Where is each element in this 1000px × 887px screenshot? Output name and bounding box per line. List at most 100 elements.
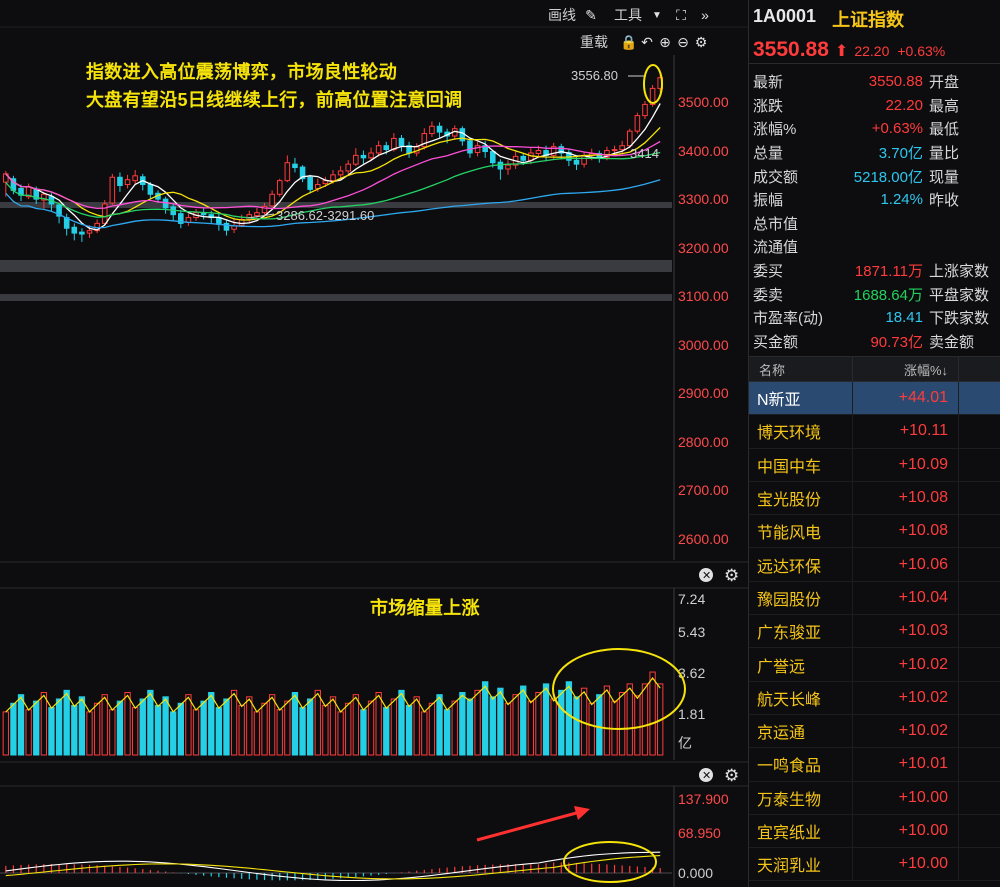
macd-tick: 137.900 — [678, 791, 729, 807]
stat-label-secondary: 平盘家数 — [929, 286, 990, 304]
stat-label: 委卖 — [753, 286, 784, 304]
stock-name: 节能风电 — [749, 515, 853, 548]
chart-toolbar-secondary: 重载 🔒 ↶ ⊕ ⊖ ⚙ — [580, 32, 710, 52]
gear-icon[interactable]: ⚙ — [692, 34, 710, 51]
volume-bar — [603, 685, 611, 756]
volume-tick: 5.43 — [678, 624, 705, 640]
price-tick: 3200.00 — [678, 240, 729, 256]
volume-bar — [375, 692, 382, 756]
column-header-name[interactable]: 名称 — [749, 357, 853, 381]
stock-row[interactable]: 博天环境 +10.11 — [749, 415, 1000, 449]
stat-value: 18.41 — [885, 309, 923, 327]
volume-bar — [542, 683, 550, 756]
kline-chart[interactable]: 3500.00 3400.00 3300.00 3200.00 3100.00 … — [0, 0, 748, 887]
undo-icon[interactable]: ↶ — [638, 34, 656, 51]
stat-label-secondary: 开盘 — [929, 74, 960, 92]
volume-bar — [649, 671, 656, 756]
candle — [94, 219, 100, 234]
candle-body — [101, 203, 108, 224]
last-price: 3550.88 — [753, 38, 829, 61]
volume-bar — [109, 709, 116, 756]
volume-bar — [253, 711, 261, 756]
zoom-out-icon[interactable]: ⊖ — [674, 34, 692, 51]
pencil-icon[interactable]: ✎ — [582, 7, 600, 24]
stock-row[interactable]: 京运通 +10.02 — [749, 714, 1000, 749]
gear-icon[interactable]: ⚙ — [724, 566, 739, 586]
column-header-pct[interactable]: 涨幅%↓ — [853, 357, 959, 381]
fullscreen-icon[interactable]: ⛶ — [672, 7, 690, 24]
volume-bar — [139, 698, 146, 756]
stock-name: 航天长峰 — [749, 681, 853, 714]
annotation-line-2: 大盘有望沿5日线继续上行，前高位置注意回调 — [86, 90, 463, 110]
candle-body — [619, 145, 625, 151]
volume-bar — [261, 702, 268, 756]
volume-bar — [322, 704, 329, 756]
draw-button[interactable]: 画线 — [548, 5, 576, 25]
stat-value: 3550.88 — [868, 73, 923, 91]
candle-body — [307, 176, 313, 190]
candle — [353, 148, 359, 167]
volume-bar — [291, 692, 299, 756]
stat-value: 1.24% — [880, 191, 923, 209]
stat-label-secondary: 现量 — [929, 168, 960, 186]
volume-bar — [466, 698, 474, 756]
stat-row: 成交额 5218.00亿 现量 — [749, 164, 1000, 188]
stat-label: 涨幅% — [753, 121, 797, 139]
tools-button[interactable]: 工具 — [614, 5, 642, 25]
stock-row[interactable]: 中国中车 +10.09 — [749, 448, 1000, 482]
candle-body — [520, 155, 527, 161]
volume-bar — [223, 698, 230, 756]
volume-bar — [238, 704, 245, 756]
stock-row[interactable]: 豫园股份 +10.04 — [749, 581, 1000, 616]
stat-row: 振幅 1.24% 昨收 — [749, 188, 1000, 212]
candle-body — [626, 130, 633, 147]
volume-bar — [352, 694, 359, 756]
stock-row[interactable]: N新亚 +44.01 — [749, 382, 1000, 416]
volume-bar — [93, 702, 101, 756]
volume-bar — [565, 681, 573, 756]
candle — [436, 122, 443, 139]
stock-row[interactable]: 万泰生物 +10.00 — [749, 781, 1000, 815]
zoom-in-icon[interactable]: ⊕ — [656, 34, 674, 51]
volume-bar — [367, 700, 375, 756]
volume-bar — [512, 694, 519, 756]
candle — [109, 173, 116, 205]
volume-bar — [527, 700, 535, 756]
stock-row[interactable]: 宜宾纸业 +10.00 — [749, 814, 1000, 849]
candle-body — [360, 154, 367, 159]
candle-body — [86, 230, 93, 234]
stock-row[interactable]: 航天长峰 +10.02 — [749, 681, 1000, 715]
volume-bar — [40, 692, 48, 756]
volume-bar — [10, 702, 17, 756]
stock-row[interactable]: 天润乳业 +10.00 — [749, 848, 1000, 882]
level-mark-label: 3414 — [630, 146, 659, 161]
volume-bar — [154, 704, 162, 756]
stock-change-pct: +10.02 — [853, 648, 959, 681]
stock-row[interactable]: 节能风电 +10.08 — [749, 515, 1000, 549]
candle-body — [132, 175, 138, 182]
stock-row[interactable]: 广东骏亚 +10.03 — [749, 615, 1000, 649]
stock-change-pct: +10.09 — [853, 448, 959, 481]
stock-row[interactable]: 远达环保 +10.06 — [749, 548, 1000, 582]
stock-change-pct: +44.01 — [853, 382, 959, 415]
candle-body — [124, 179, 131, 186]
expand-right-icon[interactable]: » — [696, 7, 714, 23]
candle — [307, 174, 313, 194]
volume-bar — [588, 702, 595, 756]
volume-bar — [634, 695, 641, 756]
trend-arrow-shaft — [476, 810, 581, 842]
stock-row[interactable]: 宝光股份 +10.08 — [749, 481, 1000, 516]
stock-change-pct: +10.00 — [853, 814, 959, 848]
candle-body — [611, 149, 618, 152]
stock-row[interactable]: 一鸣食品 +10.01 — [749, 748, 1000, 782]
stock-row[interactable]: 广誉远 +10.02 — [749, 648, 1000, 682]
gear-icon[interactable]: ⚙ — [724, 766, 739, 786]
lock-icon[interactable]: 🔒 — [620, 34, 638, 51]
candle-body — [79, 231, 85, 235]
caret-down-icon[interactable]: ▼ — [648, 10, 666, 21]
reload-button[interactable]: 重载 — [580, 32, 608, 52]
stock-list: N新亚 +44.01 博天环境 +10.11 中国中车 +10.09 宝光股份 +10.08 节… — [749, 382, 1000, 882]
stat-row: 最新 3550.88 开盘 — [749, 70, 1000, 94]
volume-bar — [131, 707, 139, 756]
candle-body — [429, 125, 435, 135]
